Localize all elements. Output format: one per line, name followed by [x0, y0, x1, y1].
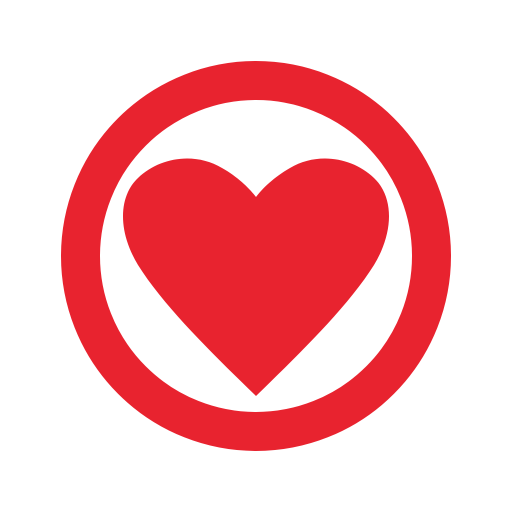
- heart-shape: [123, 158, 389, 396]
- app-icon-canvas: [0, 0, 512, 512]
- heart-in-circle-icon: [61, 61, 451, 451]
